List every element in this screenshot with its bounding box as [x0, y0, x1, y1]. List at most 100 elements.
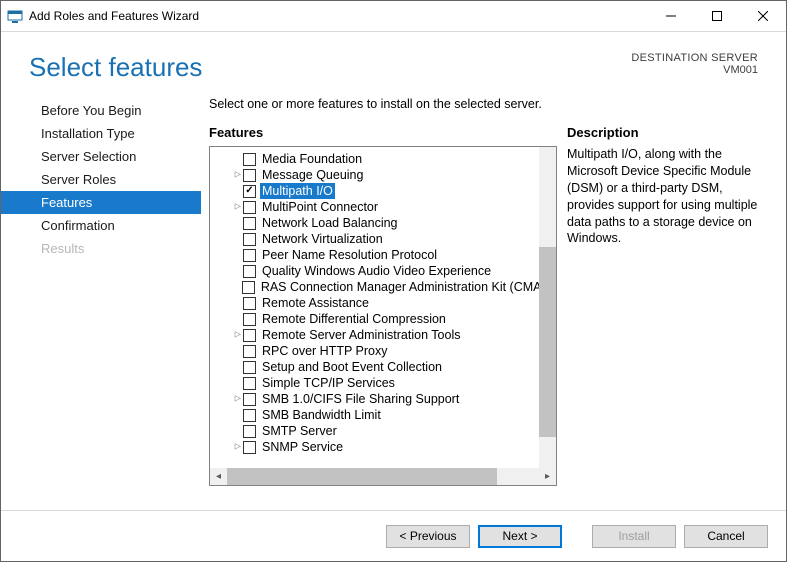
- wizard-step[interactable]: Confirmation: [1, 214, 201, 237]
- features-listbox[interactable]: Media FoundationMessage QueuingMultipath…: [209, 146, 557, 486]
- feature-checkbox[interactable]: [243, 217, 256, 230]
- maximize-button[interactable]: [694, 1, 740, 31]
- wizard-step[interactable]: Before You Begin: [1, 99, 201, 122]
- instruction-text: Select one or more features to install o…: [209, 97, 766, 111]
- feature-item[interactable]: Network Load Balancing: [212, 215, 556, 231]
- feature-item[interactable]: RAS Connection Manager Administration Ki…: [212, 279, 556, 295]
- feature-checkbox[interactable]: [243, 425, 256, 438]
- expand-icon[interactable]: [232, 199, 243, 215]
- feature-label[interactable]: RPC over HTTP Proxy: [260, 343, 390, 359]
- close-button[interactable]: [740, 1, 786, 31]
- horizontal-scrollbar[interactable]: ◂ ▸: [210, 468, 556, 485]
- feature-label[interactable]: SMTP Server: [260, 423, 339, 439]
- titlebar: Add Roles and Features Wizard: [1, 1, 786, 32]
- feature-label[interactable]: Remote Differential Compression: [260, 311, 448, 327]
- description-heading: Description: [557, 125, 766, 140]
- feature-label[interactable]: SMB Bandwidth Limit: [260, 407, 383, 423]
- wizard-step: Results: [1, 237, 201, 260]
- feature-label[interactable]: SMB 1.0/CIFS File Sharing Support: [260, 391, 461, 407]
- feature-label[interactable]: Setup and Boot Event Collection: [260, 359, 444, 375]
- feature-checkbox[interactable]: [243, 249, 256, 262]
- feature-item[interactable]: Setup and Boot Event Collection: [212, 359, 556, 375]
- feature-item[interactable]: Simple TCP/IP Services: [212, 375, 556, 391]
- feature-item[interactable]: Network Virtualization: [212, 231, 556, 247]
- feature-checkbox[interactable]: [243, 409, 256, 422]
- feature-checkbox[interactable]: [243, 185, 256, 198]
- page-title: Select features: [29, 52, 631, 83]
- feature-item[interactable]: SMB Bandwidth Limit: [212, 407, 556, 423]
- feature-label[interactable]: Network Virtualization: [260, 231, 385, 247]
- previous-button[interactable]: < Previous: [386, 525, 470, 548]
- body: Before You BeginInstallation TypeServer …: [1, 89, 786, 510]
- expand-icon[interactable]: [232, 439, 243, 455]
- feature-item[interactable]: SMB 1.0/CIFS File Sharing Support: [212, 391, 556, 407]
- wizard-step[interactable]: Server Roles: [1, 168, 201, 191]
- feature-label[interactable]: Media Foundation: [260, 151, 364, 167]
- feature-label[interactable]: MultiPoint Connector: [260, 199, 380, 215]
- feature-checkbox[interactable]: [243, 233, 256, 246]
- feature-label[interactable]: Network Load Balancing: [260, 215, 400, 231]
- feature-item[interactable]: RPC over HTTP Proxy: [212, 343, 556, 359]
- feature-checkbox[interactable]: [243, 329, 256, 342]
- feature-checkbox[interactable]: [243, 393, 256, 406]
- feature-label[interactable]: Simple TCP/IP Services: [260, 375, 397, 391]
- feature-item[interactable]: Remote Differential Compression: [212, 311, 556, 327]
- feature-item[interactable]: Media Foundation: [212, 151, 556, 167]
- feature-item[interactable]: Message Queuing: [212, 167, 556, 183]
- feature-checkbox[interactable]: [243, 169, 256, 182]
- cancel-button[interactable]: Cancel: [684, 525, 768, 548]
- feature-item[interactable]: Quality Windows Audio Video Experience: [212, 263, 556, 279]
- feature-item[interactable]: SNMP Service: [212, 439, 556, 455]
- features-tree: Media FoundationMessage QueuingMultipath…: [210, 147, 556, 468]
- feature-checkbox[interactable]: [243, 313, 256, 326]
- feature-checkbox[interactable]: [243, 361, 256, 374]
- feature-item[interactable]: Remote Assistance: [212, 295, 556, 311]
- destination-label: DESTINATION SERVER: [631, 52, 758, 64]
- destination-server-info: DESTINATION SERVER VM001: [631, 52, 758, 83]
- feature-checkbox[interactable]: [243, 153, 256, 166]
- feature-checkbox[interactable]: [243, 201, 256, 214]
- wizard-window: Add Roles and Features Wizard Select fea…: [0, 0, 787, 562]
- horizontal-scroll-thumb[interactable]: [227, 468, 497, 485]
- feature-label[interactable]: Message Queuing: [260, 167, 365, 183]
- feature-checkbox[interactable]: [243, 441, 256, 454]
- feature-checkbox[interactable]: [243, 265, 256, 278]
- features-heading: Features: [209, 125, 557, 140]
- footer-buttons: < Previous Next > Install Cancel: [1, 510, 786, 561]
- feature-label[interactable]: Remote Server Administration Tools: [260, 327, 462, 343]
- next-button[interactable]: Next >: [478, 525, 562, 548]
- install-button[interactable]: Install: [592, 525, 676, 548]
- wizard-step[interactable]: Features: [1, 191, 201, 214]
- expand-icon[interactable]: [232, 167, 243, 183]
- wizard-step[interactable]: Server Selection: [1, 145, 201, 168]
- feature-label[interactable]: Quality Windows Audio Video Experience: [260, 263, 493, 279]
- feature-checkbox[interactable]: [243, 297, 256, 310]
- feature-label[interactable]: Peer Name Resolution Protocol: [260, 247, 439, 263]
- feature-item[interactable]: Peer Name Resolution Protocol: [212, 247, 556, 263]
- feature-description-text: Multipath I/O, along with the Microsoft …: [557, 146, 766, 510]
- feature-checkbox[interactable]: [243, 377, 256, 390]
- feature-item[interactable]: MultiPoint Connector: [212, 199, 556, 215]
- vertical-scrollbar[interactable]: [539, 147, 556, 468]
- window-title: Add Roles and Features Wizard: [29, 9, 199, 23]
- feature-item[interactable]: Remote Server Administration Tools: [212, 327, 556, 343]
- feature-checkbox[interactable]: [243, 345, 256, 358]
- scroll-right-icon[interactable]: ▸: [539, 468, 556, 485]
- feature-checkbox[interactable]: [242, 281, 255, 294]
- window-controls: [648, 1, 786, 31]
- feature-label[interactable]: Remote Assistance: [260, 295, 371, 311]
- feature-label[interactable]: SNMP Service: [260, 439, 345, 455]
- destination-value: VM001: [631, 64, 758, 76]
- feature-label[interactable]: RAS Connection Manager Administration Ki…: [259, 279, 556, 295]
- content-area: Select one or more features to install o…: [201, 89, 786, 510]
- minimize-button[interactable]: [648, 1, 694, 31]
- scroll-left-icon[interactable]: ◂: [210, 468, 227, 485]
- vertical-scroll-thumb[interactable]: [539, 247, 556, 437]
- app-icon: [7, 8, 23, 24]
- feature-item[interactable]: Multipath I/O: [212, 183, 556, 199]
- feature-label[interactable]: Multipath I/O: [260, 183, 335, 199]
- feature-item[interactable]: SMTP Server: [212, 423, 556, 439]
- wizard-step[interactable]: Installation Type: [1, 122, 201, 145]
- expand-icon[interactable]: [232, 391, 243, 407]
- expand-icon[interactable]: [232, 327, 243, 343]
